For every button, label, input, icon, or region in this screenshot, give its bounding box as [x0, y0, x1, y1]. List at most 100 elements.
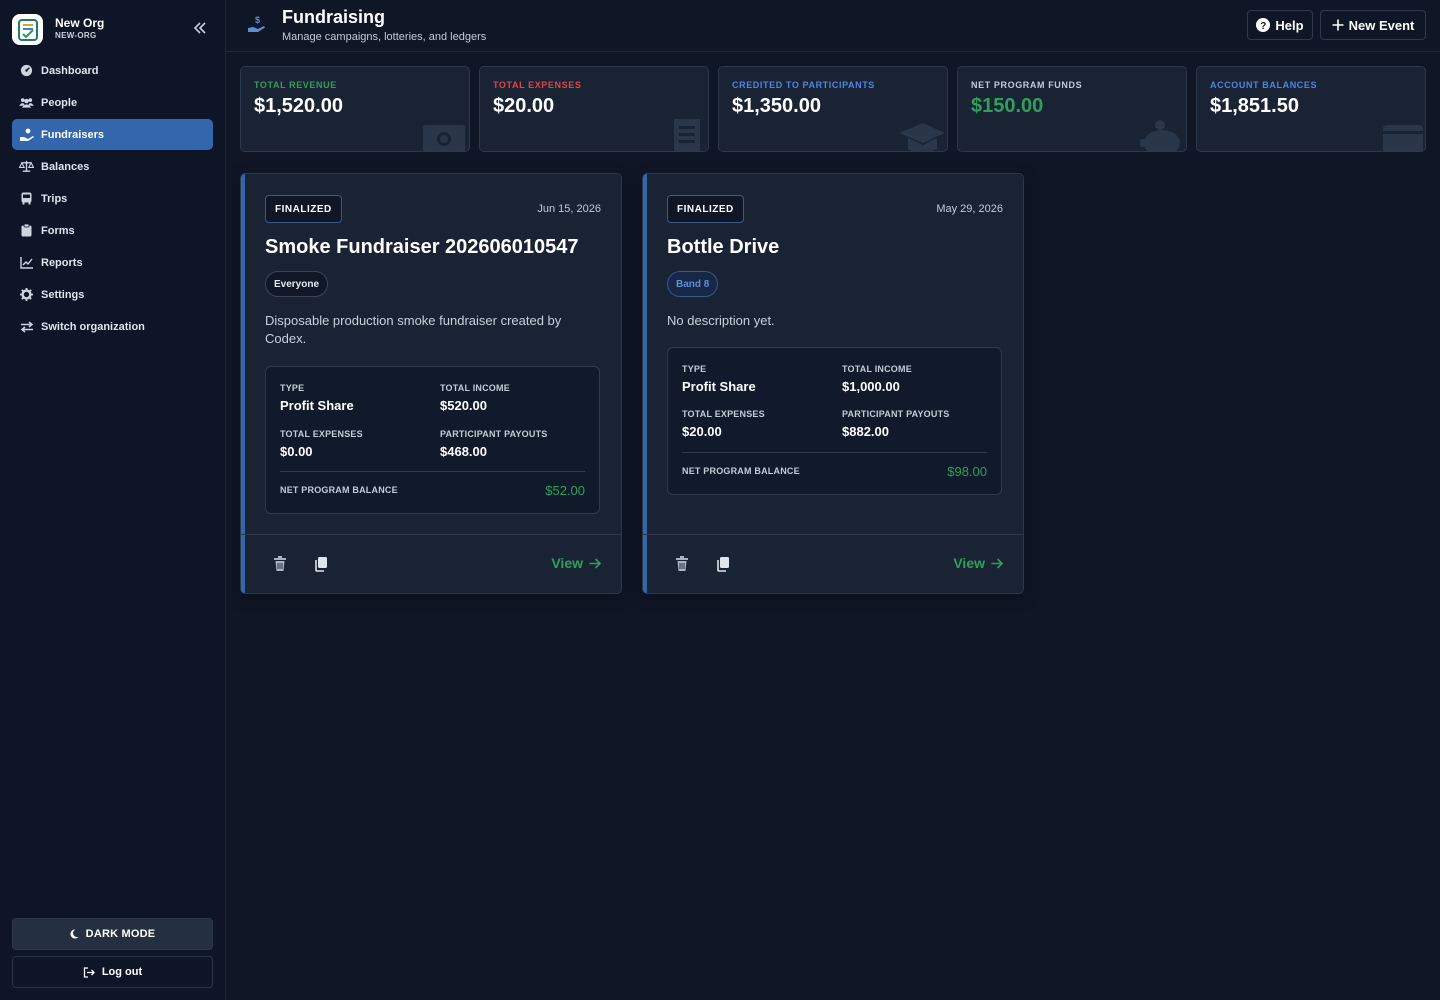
sidebar-nav: Dashboard People Fundraisers Balances Tr… [12, 55, 213, 343]
stat-value: $1,350.00 [732, 95, 821, 117]
card-footer: View [241, 534, 621, 593]
moon-icon [70, 929, 79, 939]
sidebar-item-label: Forms [41, 224, 75, 237]
dashboard-icon [19, 63, 34, 78]
new-event-label: New Event [1348, 17, 1415, 33]
stat-label: NET PROGRAM FUNDS [971, 80, 1083, 90]
svg-text:$: $ [255, 15, 260, 25]
total-expenses-field: TOTAL EXPENSES $0.00 [280, 429, 363, 459]
net-balance-label: NET PROGRAM BALANCE [280, 485, 398, 495]
piggy-bank-icon [1138, 117, 1184, 151]
fundraiser-card[interactable]: FINALIZED Jun 15, 2026 Smoke Fundraiser … [240, 173, 622, 594]
divider [682, 452, 987, 453]
copy-icon[interactable] [314, 556, 328, 572]
sidebar-item-settings[interactable]: Settings [12, 279, 213, 310]
sidebar-item-label: Dashboard [41, 64, 99, 77]
sidebar-item-trips[interactable]: Trips [12, 183, 213, 214]
event-description: No description yet. [667, 313, 775, 328]
org-name: New Org [55, 16, 105, 30]
stat-card-net-program-funds: NET PROGRAM FUNDS $150.00 [957, 66, 1187, 152]
question-circle-icon: ? [1256, 18, 1271, 32]
logout-icon [83, 966, 95, 978]
bus-icon [19, 191, 34, 206]
trash-icon[interactable] [675, 556, 689, 572]
event-title: Smoke Fundraiser 202606010547 [265, 236, 579, 258]
fundraiser-card[interactable]: FINALIZED May 29, 2026 Bottle Drive Band… [642, 173, 1024, 594]
gear-icon [19, 287, 34, 302]
card-accent [241, 174, 245, 593]
type-field: TYPE Profit Share [682, 364, 756, 394]
sidebar-item-forms[interactable]: Forms [12, 215, 213, 246]
stat-value: $1,520.00 [254, 95, 343, 117]
fundraiser-hand-icon: $ [247, 14, 267, 34]
org-logo-icon [12, 14, 43, 45]
help-label: Help [1275, 17, 1304, 33]
org-code: NEW-ORG [55, 31, 97, 40]
net-balance-value: $98.00 [947, 464, 987, 479]
card-footer: View [643, 534, 1023, 593]
sidebar-item-balances[interactable]: Balances [12, 151, 213, 182]
people-icon [19, 95, 34, 110]
status-badge: FINALIZED [265, 195, 342, 223]
svg-text:?: ? [1261, 21, 1267, 32]
clipboard-icon [19, 223, 34, 238]
logout-label: Log out [101, 966, 143, 978]
stat-label: CREDITED TO PARTICIPANTS [732, 80, 875, 90]
net-balance-value: $52.00 [545, 483, 585, 498]
sidebar-item-label: Switch organization [41, 320, 145, 333]
page-subtitle: Manage campaigns, lotteries, and ledgers [282, 31, 487, 43]
sidebar-item-fundraisers[interactable]: Fundraisers [12, 119, 213, 150]
fundraiser-icon [19, 127, 34, 142]
help-button[interactable]: ? Help [1247, 10, 1313, 40]
stat-label: TOTAL EXPENSES [493, 80, 582, 90]
stat-value: $1,851.50 [1210, 95, 1299, 117]
sidebar-item-switch-organization[interactable]: Switch organization [12, 311, 213, 342]
sidebar-item-label: Fundraisers [41, 128, 104, 141]
group-tag: Everyone [265, 271, 329, 297]
switch-icon [19, 319, 34, 334]
receipt-icon [660, 117, 706, 151]
stat-label: TOTAL REVENUE [254, 80, 337, 90]
sidebar-item-reports[interactable]: Reports [12, 247, 213, 278]
total-income-field: TOTAL INCOME $1,000.00 [842, 364, 912, 394]
graduation-cap-icon [899, 117, 945, 151]
stat-value: $150.00 [971, 95, 1044, 117]
collapse-sidebar-icon[interactable] [190, 18, 210, 38]
view-link[interactable]: View [551, 555, 601, 571]
sidebar-item-people[interactable]: People [12, 87, 213, 118]
total-expenses-field: TOTAL EXPENSES $20.00 [682, 409, 765, 439]
participant-payouts-field: PARTICIPANT PAYOUTS $882.00 [842, 409, 950, 439]
sidebar-item-label: Trips [41, 192, 68, 205]
money-icon [421, 117, 467, 151]
event-summary: TYPE Profit Share TOTAL INCOME $520.00 T… [265, 366, 600, 514]
chart-icon [19, 255, 34, 270]
group-tag: Band 8 [667, 271, 719, 297]
stat-label: ACCOUNT BALANCES [1210, 80, 1318, 90]
card-accent [643, 174, 647, 593]
logout-button[interactable]: Log out [12, 956, 213, 988]
copy-icon[interactable] [716, 556, 730, 572]
arrow-right-icon [589, 557, 601, 569]
stat-card-credited-to-participants: CREDITED TO PARTICIPANTS $1,350.00 [718, 66, 948, 152]
net-balance-label: NET PROGRAM BALANCE [682, 466, 800, 476]
event-date: Jun 15, 2026 [537, 203, 601, 215]
new-event-button[interactable]: New Event [1320, 10, 1426, 40]
stat-card-total-expenses: TOTAL EXPENSES $20.00 [479, 66, 709, 152]
participant-payouts-field: PARTICIPANT PAYOUTS $468.00 [440, 429, 548, 459]
arrow-right-icon [991, 557, 1003, 569]
dark-mode-toggle[interactable]: DARK MODE [12, 918, 213, 950]
sidebar-item-dashboard[interactable]: Dashboard [12, 55, 213, 86]
sidebar-item-label: Reports [41, 256, 83, 269]
event-title: Bottle Drive [667, 236, 780, 258]
sidebar-item-label: Settings [41, 288, 85, 301]
sidebar: New Org NEW-ORG Dashboard People Fundrai… [0, 0, 226, 1000]
view-link[interactable]: View [953, 555, 1003, 571]
sidebar-item-label: People [41, 96, 78, 109]
event-description: Disposable production smoke fundraiser c… [265, 313, 562, 346]
stat-value: $20.00 [493, 95, 555, 117]
stat-card-total-revenue: TOTAL REVENUE $1,520.00 [240, 66, 470, 152]
org-switcher[interactable]: New Org NEW-ORG [12, 13, 214, 47]
trash-icon[interactable] [273, 556, 287, 572]
status-badge: FINALIZED [667, 195, 744, 223]
event-summary: TYPE Profit Share TOTAL INCOME $1,000.00… [667, 347, 1002, 495]
